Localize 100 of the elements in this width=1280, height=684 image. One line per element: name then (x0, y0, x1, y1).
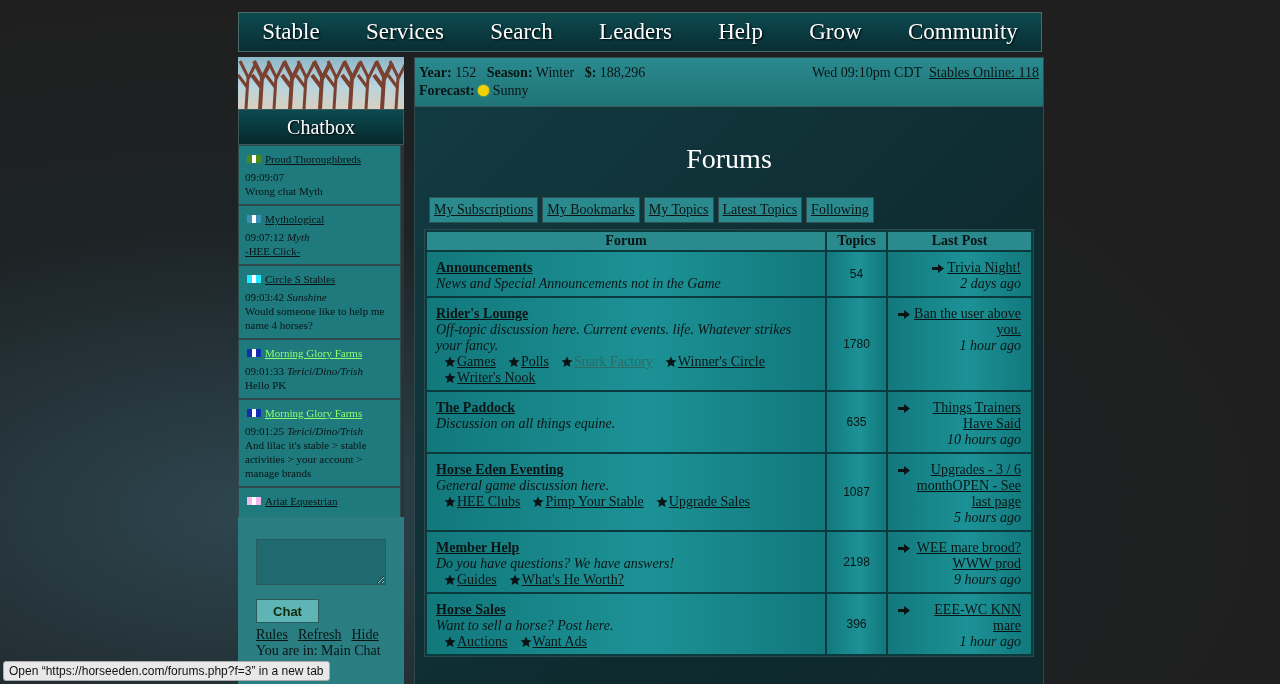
subforum-link[interactable]: Pimp Your Stable (545, 494, 644, 510)
message-time: 09:03:42 Sunshine (245, 290, 328, 304)
subforum-link[interactable]: What's He Worth? (521, 572, 624, 588)
star-icon (655, 496, 668, 508)
nav-link[interactable]: Leaders (599, 19, 672, 45)
nav-link[interactable]: Help (718, 19, 763, 45)
topic-count: 635 (826, 392, 887, 452)
last-post-link[interactable]: EEE-WC KNN mare (913, 602, 1021, 634)
chat-link[interactable]: Rules (256, 627, 288, 643)
message-text[interactable]: -HEE Click- (245, 244, 394, 258)
stable-name-link[interactable]: Mythological (265, 212, 325, 226)
star-icon (444, 636, 456, 648)
last-post-time: 2 days ago (959, 276, 1021, 292)
page-title: Forums (685, 143, 773, 175)
column-header: Forum (427, 232, 825, 250)
nav-link[interactable]: Stable (262, 19, 320, 45)
star-icon (444, 356, 456, 368)
forum-description: General game discussion here. (436, 478, 610, 494)
server-time: Wed 09:10pm CDT (812, 65, 923, 80)
last-post-time: 5 hours ago (953, 510, 1021, 526)
last-post-link[interactable]: Things Trainers Have Said (913, 400, 1021, 432)
message-time: 09:07:12 Myth (245, 230, 311, 244)
forum-description: Want to sell a horse? Post here. (436, 618, 615, 634)
chat-button[interactable]: Chat (256, 599, 319, 623)
nav-link[interactable]: Grow (809, 19, 862, 45)
forum-tab[interactable]: Latest Topics (717, 197, 803, 223)
star-icon (444, 372, 456, 384)
star-icon (560, 356, 573, 368)
forum-tab[interactable]: My Subscriptions (429, 197, 539, 223)
nav-link[interactable]: Search (490, 19, 553, 45)
nav-link[interactable]: Community (907, 19, 1018, 45)
forum-link[interactable]: Member Help (436, 540, 816, 556)
topic-count: 2198 (826, 532, 887, 592)
subforum-link[interactable]: Want Ads (532, 634, 588, 650)
stable-name-link[interactable]: Proud Thoroughbreds (265, 152, 362, 166)
forecast-value: Sunny (492, 83, 529, 98)
message-text: Hello PK (245, 378, 288, 392)
arrow-icon (898, 466, 911, 475)
stable-name-link[interactable]: Morning Glory Farms (265, 346, 363, 360)
link-tooltip: Open “https://horseeden.com/forums.php?f=3” in a new tab (3, 661, 330, 681)
forum-tab[interactable]: Following (806, 197, 874, 223)
topic-count: 54 (826, 252, 887, 296)
star-icon (508, 574, 521, 586)
forum-link[interactable]: Horse Eden Eventing (436, 462, 816, 478)
topic-count: 1087 (826, 454, 887, 530)
subforum-link[interactable]: Polls (520, 354, 549, 370)
star-icon (444, 496, 456, 508)
last-post-time: 1 hour ago (958, 634, 1021, 650)
arrow-icon (898, 404, 911, 413)
star-icon (519, 636, 532, 648)
last-post-time: 9 hours ago (953, 572, 1021, 588)
forum-description: Off-topic discussion here. Current events. life. Whatever strikes your fancy. (436, 322, 793, 354)
chat-link[interactable]: Refresh (297, 627, 342, 643)
forecast-label: Forecast: (419, 83, 475, 98)
forum-tab[interactable]: My Bookmarks (542, 197, 640, 223)
chat-link[interactable]: Hide (351, 627, 379, 643)
subforum-link[interactable]: Guides (457, 572, 497, 588)
star-icon (532, 496, 545, 508)
chat-input[interactable] (256, 539, 386, 585)
stable-name-link[interactable]: Circle S Stables (265, 272, 336, 286)
star-icon (444, 574, 456, 586)
last-post-link[interactable]: Trivia Night! (947, 260, 1021, 276)
nav-link[interactable]: Services (365, 19, 444, 45)
message-text: And lilac it's stable > stable activities > your account > manage brands (245, 438, 368, 480)
forum-link[interactable]: Rider's Lounge (436, 306, 816, 322)
subforum-link[interactable]: HEE Clubs (457, 494, 521, 510)
star-icon (507, 356, 520, 368)
forum-link[interactable]: The Paddock (436, 400, 816, 416)
message-text: Wrong chat Myth (245, 184, 324, 198)
last-post-time: 10 hours ago (946, 432, 1021, 448)
game-stats: Year: 152 Season: Winter $: 188,296 (419, 64, 646, 82)
chat-room-label: You are in: Main Chat (256, 643, 382, 659)
chatbox-title: Chatbox (238, 109, 404, 145)
star-icon (664, 356, 677, 368)
stables-online-link[interactable]: Stables Online: 118 (929, 65, 1039, 80)
message-time: 09:01:25 Terici/Dino/Trish (245, 424, 364, 438)
forum-link[interactable]: Horse Sales (436, 602, 816, 618)
column-header: Last Post (888, 232, 1031, 250)
subforum-link[interactable]: Auctions (457, 634, 508, 650)
forum-description: Discussion on all things equine. (436, 416, 617, 432)
subforum-link[interactable]: Writer's Nook (457, 370, 536, 386)
stable-name-link[interactable]: Morning Glory Farms (265, 406, 363, 420)
last-post-link[interactable]: Ban the user above you. (913, 306, 1021, 338)
message-text: Would someone like to help me name 4 horses? (245, 304, 386, 332)
forum-description: News and Special Announcements not in the Game (436, 276, 722, 292)
message-time: 09:09:07 (245, 170, 286, 184)
message-time: 09:01:33 Terici/Dino/Trish (245, 364, 364, 378)
topic-count: 1780 (826, 298, 887, 390)
arrow-icon (898, 310, 911, 319)
column-header: Topics (826, 232, 887, 250)
stable-name-link[interactable]: Ariat Equestrian (265, 494, 338, 508)
forum-link[interactable]: Announcements (436, 260, 816, 276)
subforum-link[interactable]: Upgrade Sales (668, 494, 751, 510)
subforum-link[interactable]: Games (457, 354, 496, 370)
subforum-link[interactable]: Winner's Circle (677, 354, 765, 370)
arrow-icon (932, 264, 945, 273)
arrow-icon (898, 606, 911, 615)
forum-tab[interactable]: My Topics (643, 197, 714, 223)
last-post-link[interactable]: Upgrades - 3 / 6 monthOPEN - See last page (913, 462, 1021, 510)
last-post-link[interactable]: WEE mare brood? WWW prod (913, 540, 1021, 572)
